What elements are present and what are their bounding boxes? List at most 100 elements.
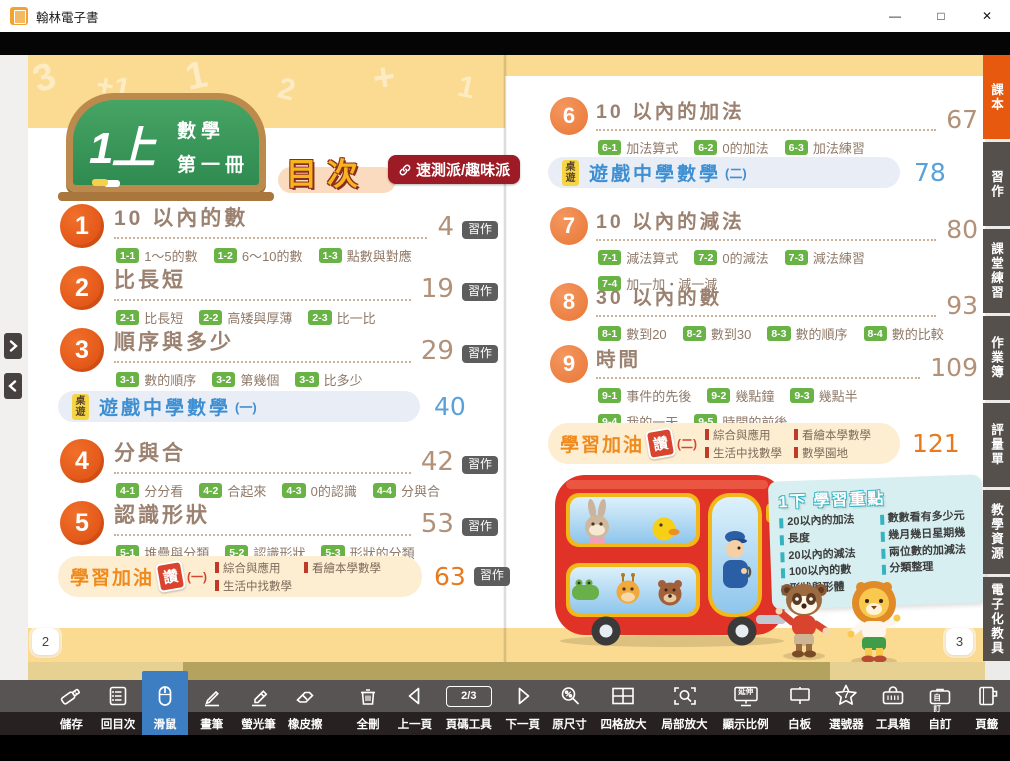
chapter-title-row[interactable]: 分與合 42 習作 bbox=[114, 437, 498, 474]
chapter-page-number[interactable]: 42 bbox=[421, 451, 454, 474]
boardgame-link[interactable]: 桌遊 遊戲中學數學 (一) bbox=[58, 391, 420, 422]
section-link[interactable]: 3-3比多少 bbox=[295, 370, 362, 389]
section-link[interactable]: 1-26～10的數 bbox=[214, 246, 303, 265]
chapter-title-row[interactable]: 認識形狀 53 習作 bbox=[114, 499, 498, 536]
chapter-page-number[interactable]: 53 bbox=[421, 513, 454, 536]
scrollbar-handle[interactable] bbox=[183, 662, 830, 680]
section-link[interactable]: 9-3幾點半 bbox=[790, 386, 857, 405]
tool-back-to-toc[interactable]: 回目次 bbox=[95, 680, 142, 735]
chapter-number-badge[interactable]: 5 bbox=[60, 501, 104, 545]
chapter-title-row[interactable]: 比長短 19 習作 bbox=[114, 264, 498, 301]
panel-close-chevron-left[interactable] bbox=[4, 373, 22, 399]
boardgame-page-number[interactable]: 78 bbox=[914, 158, 946, 187]
section-link[interactable]: 8-2數到30 bbox=[683, 324, 752, 343]
section-link[interactable]: 7-3減法練習 bbox=[785, 248, 865, 267]
sidebar-tab[interactable]: 課堂練習 bbox=[983, 229, 1010, 313]
section-link[interactable]: 6-3加法練習 bbox=[785, 138, 865, 157]
section-link[interactable]: 8-4數的比較 bbox=[864, 324, 944, 343]
tool-pen[interactable]: 畫筆 bbox=[188, 680, 235, 735]
right-page-number-badge[interactable]: 3 bbox=[946, 628, 973, 655]
sidebar-tab[interactable]: 習作 bbox=[983, 142, 1010, 226]
tool-prev-page[interactable]: 上一頁 bbox=[391, 680, 438, 735]
chapter-number-badge[interactable]: 2 bbox=[60, 266, 104, 310]
sidebar-tab[interactable]: 課本 bbox=[983, 55, 1010, 139]
tool-custom[interactable]: 自訂 自訂 bbox=[917, 680, 964, 735]
section-link[interactable]: 7-20的減法 bbox=[694, 248, 768, 267]
section-link[interactable]: 2-2高矮與厚薄 bbox=[199, 308, 292, 327]
section-link[interactable]: 4-2合起來 bbox=[199, 481, 266, 500]
minimize-button[interactable]: — bbox=[872, 0, 918, 32]
chapter-page-number[interactable]: 80 bbox=[946, 219, 978, 242]
tool-eraser[interactable]: 橡皮擦 bbox=[282, 680, 329, 735]
tool-original-size[interactable]: 原尺寸 bbox=[546, 680, 593, 735]
chapter-number-badge[interactable]: 4 bbox=[60, 439, 104, 483]
close-button[interactable]: ✕ bbox=[964, 0, 1010, 32]
chapter-title-row[interactable]: 10 以內的減法 80 bbox=[596, 205, 978, 241]
section-link[interactable]: 4-30的認識 bbox=[282, 481, 356, 500]
section-link[interactable]: 9-2幾點鐘 bbox=[707, 386, 774, 405]
tool-mouse[interactable]: 滑鼠 bbox=[142, 671, 189, 735]
booster-link[interactable]: 學習加油 讚 (一) 綜合與應用生活中找數學看繪本學數學 bbox=[58, 556, 422, 597]
section-link[interactable]: 6-20的加法 bbox=[694, 138, 768, 157]
sidebar-tab[interactable]: 教學資源 bbox=[983, 490, 1010, 574]
tool-whiteboard[interactable]: 白板 bbox=[776, 680, 823, 735]
tool-quad-zoom[interactable]: 四格放大 bbox=[593, 680, 654, 735]
tool-next-page[interactable]: 下一頁 bbox=[499, 680, 546, 735]
chapter-title-row[interactable]: 順序與多少 29 習作 bbox=[114, 326, 498, 363]
workbook-badge[interactable]: 習作 bbox=[462, 518, 498, 536]
tool-number-picker[interactable]: 7 選號器 bbox=[823, 680, 870, 735]
workbook-badge[interactable]: 習作 bbox=[462, 221, 498, 239]
workbook-badge[interactable]: 習作 bbox=[474, 567, 510, 585]
tool-highlighter[interactable]: 螢光筆 bbox=[235, 680, 282, 735]
section-link[interactable]: 2-3比一比 bbox=[308, 308, 375, 327]
section-link[interactable]: 1-3點數與對應 bbox=[319, 246, 412, 265]
booster-link[interactable]: 學習加油 讚 (二) 綜合與應用生活中找數學看繪本學數學數學園地 bbox=[548, 423, 900, 464]
section-link[interactable]: 9-1事件的先後 bbox=[598, 386, 691, 405]
workbook-badge[interactable]: 習作 bbox=[462, 283, 498, 301]
tool-page-indicator[interactable]: 2/3 頁碼工具 bbox=[438, 680, 499, 735]
tool-toolbox[interactable]: 工具箱 bbox=[870, 680, 917, 735]
workbook-badge[interactable]: 習作 bbox=[462, 456, 498, 474]
section-link[interactable]: 4-4分與合 bbox=[373, 481, 440, 500]
chapter-title-row[interactable]: 時間 109 bbox=[596, 343, 978, 379]
section-link[interactable]: 8-1數到20 bbox=[598, 324, 667, 343]
sidebar-tab[interactable]: 電子化教具 bbox=[983, 577, 1010, 661]
chapter-title-row[interactable]: 10 以內的加法 67 bbox=[596, 95, 978, 131]
tool-area-zoom[interactable]: 局部放大 bbox=[654, 680, 715, 735]
chapter-number-badge[interactable]: 3 bbox=[60, 328, 104, 372]
section-link[interactable]: 6-1加法算式 bbox=[598, 138, 678, 157]
tool-page-tabs[interactable]: 頁籤 bbox=[963, 680, 1010, 735]
section-link[interactable]: 7-1減法算式 bbox=[598, 248, 678, 267]
chapter-number-badge[interactable]: 8 bbox=[550, 283, 588, 321]
chapter-title-row[interactable]: 30 以內的數 93 bbox=[596, 281, 978, 317]
booster-page-number[interactable]: 63 bbox=[434, 562, 466, 591]
section-link[interactable]: 1-11～5的數 bbox=[116, 246, 198, 265]
chapter-page-number[interactable]: 29 bbox=[421, 340, 454, 363]
section-link[interactable]: 4-1分分看 bbox=[116, 481, 183, 500]
maximize-button[interactable]: □ bbox=[918, 0, 964, 32]
chapter-page-number[interactable]: 19 bbox=[421, 278, 454, 301]
section-link[interactable]: 3-2第幾個 bbox=[212, 370, 279, 389]
section-link[interactable]: 2-1比長短 bbox=[116, 308, 183, 327]
section-link[interactable]: 3-1數的順序 bbox=[116, 370, 196, 389]
panel-open-chevron-right[interactable] bbox=[4, 333, 22, 359]
section-link[interactable]: 8-3數的順序 bbox=[767, 324, 847, 343]
tool-save[interactable]: 儲存 bbox=[48, 680, 95, 735]
quick-test-link-button[interactable]: 速測派/趣味派 bbox=[388, 155, 520, 184]
sidebar-tab[interactable]: 作業簿 bbox=[983, 316, 1010, 400]
sidebar-tab[interactable]: 評量單 bbox=[983, 403, 1010, 487]
tool-delete-all[interactable]: 全刪 bbox=[345, 680, 392, 735]
boardgame-link[interactable]: 桌遊 遊戲中學數學 (二) bbox=[548, 157, 900, 188]
left-page-number-badge[interactable]: 2 bbox=[32, 628, 59, 655]
booster-page-number[interactable]: 121 bbox=[912, 429, 960, 458]
chapter-title-row[interactable]: 10 以內的數 4 習作 bbox=[114, 202, 498, 239]
chapter-page-number[interactable]: 93 bbox=[946, 295, 978, 318]
chapter-page-number[interactable]: 4 bbox=[437, 216, 454, 239]
chapter-page-number[interactable]: 109 bbox=[930, 357, 978, 380]
boardgame-page-number[interactable]: 40 bbox=[434, 392, 466, 421]
tool-display-ratio[interactable]: 延伸 顯示比例 bbox=[715, 680, 776, 735]
workbook-badge[interactable]: 習作 bbox=[462, 345, 498, 363]
chapter-number-badge[interactable]: 7 bbox=[550, 207, 588, 245]
chapter-number-badge[interactable]: 9 bbox=[550, 345, 588, 383]
chapter-page-number[interactable]: 67 bbox=[946, 109, 978, 132]
